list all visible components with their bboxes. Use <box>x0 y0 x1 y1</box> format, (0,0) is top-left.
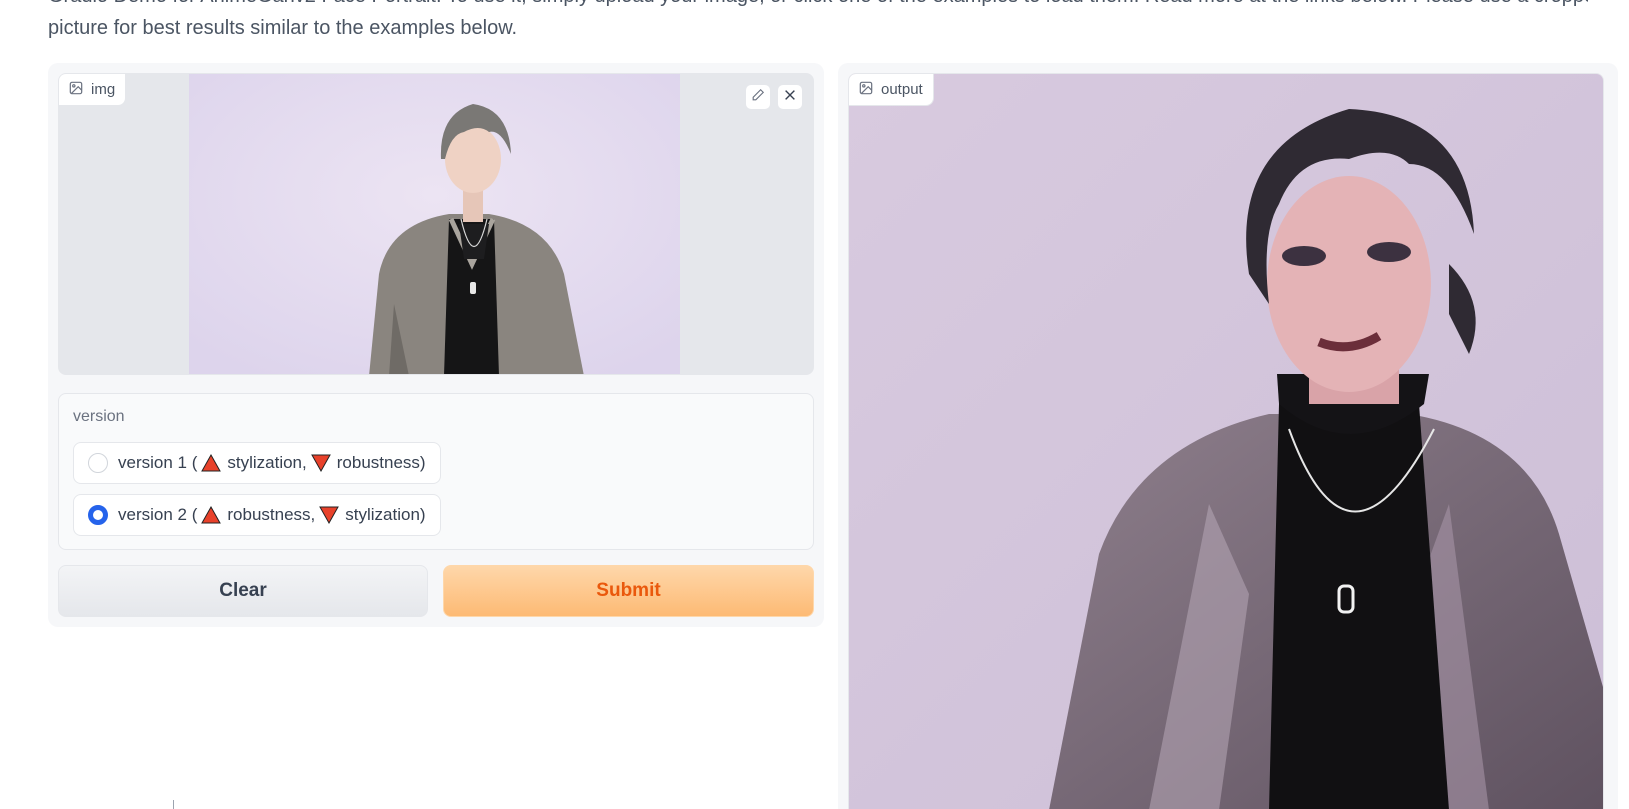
radio-button[interactable] <box>88 453 108 473</box>
close-icon <box>783 88 797 107</box>
submit-button[interactable]: Submit <box>443 565 814 617</box>
version-label: version <box>73 408 125 425</box>
divider <box>173 800 174 809</box>
output-image: output <box>848 73 1604 809</box>
option-first-term: stylization, <box>227 453 307 472</box>
image-label-text: img <box>91 81 116 98</box>
triangle-up-icon <box>201 454 222 472</box>
clear-button[interactable]: Clear <box>58 565 428 617</box>
version-option-1[interactable]: version 1 ( stylization, robustness) <box>73 442 441 484</box>
image-tools <box>745 84 803 110</box>
input-portrait-photo <box>189 74 680 374</box>
edit-button[interactable] <box>745 84 771 110</box>
input-panel: img version version 1 (stylization, rob… <box>48 63 824 627</box>
description-text: Gradio Demo for AnimeGanv2 Face Portrait… <box>48 0 1588 44</box>
option-second-term: stylization) <box>345 505 426 524</box>
image-icon <box>69 81 83 99</box>
pencil-icon <box>751 88 765 107</box>
version-option-2[interactable]: version 2 ( robustness, stylization) <box>73 494 441 536</box>
option-second-term: robustness) <box>336 453 426 472</box>
image-icon <box>859 81 873 99</box>
version-option-2-label: version 2 ( robustness, stylization) <box>118 505 426 525</box>
triangle-down-icon <box>310 454 331 472</box>
output-label: output <box>849 74 934 106</box>
output-label-text: output <box>881 81 923 98</box>
triangle-up-icon <box>201 506 222 524</box>
radio-button-selected[interactable] <box>88 505 108 525</box>
option-prefix: version 2 ( <box>118 505 198 524</box>
image-label: img <box>59 74 127 106</box>
output-panel: output <box>838 63 1618 809</box>
version-option-1-label: version 1 ( stylization, robustness) <box>118 453 426 473</box>
option-prefix: version 1 ( <box>118 453 198 472</box>
remove-image-button[interactable] <box>777 84 803 110</box>
description-line-1: Gradio Demo for AnimeGanv2 Face Portrait… <box>48 0 1588 12</box>
output-anime-portrait <box>849 74 1603 809</box>
option-first-term: robustness, <box>227 505 316 524</box>
image-upload[interactable]: img <box>58 73 814 375</box>
version-selector: version version 1 ( stylization, robustn… <box>58 393 814 550</box>
description-line-2: picture for best results similar to the … <box>48 17 518 39</box>
triangle-down-icon <box>319 506 340 524</box>
